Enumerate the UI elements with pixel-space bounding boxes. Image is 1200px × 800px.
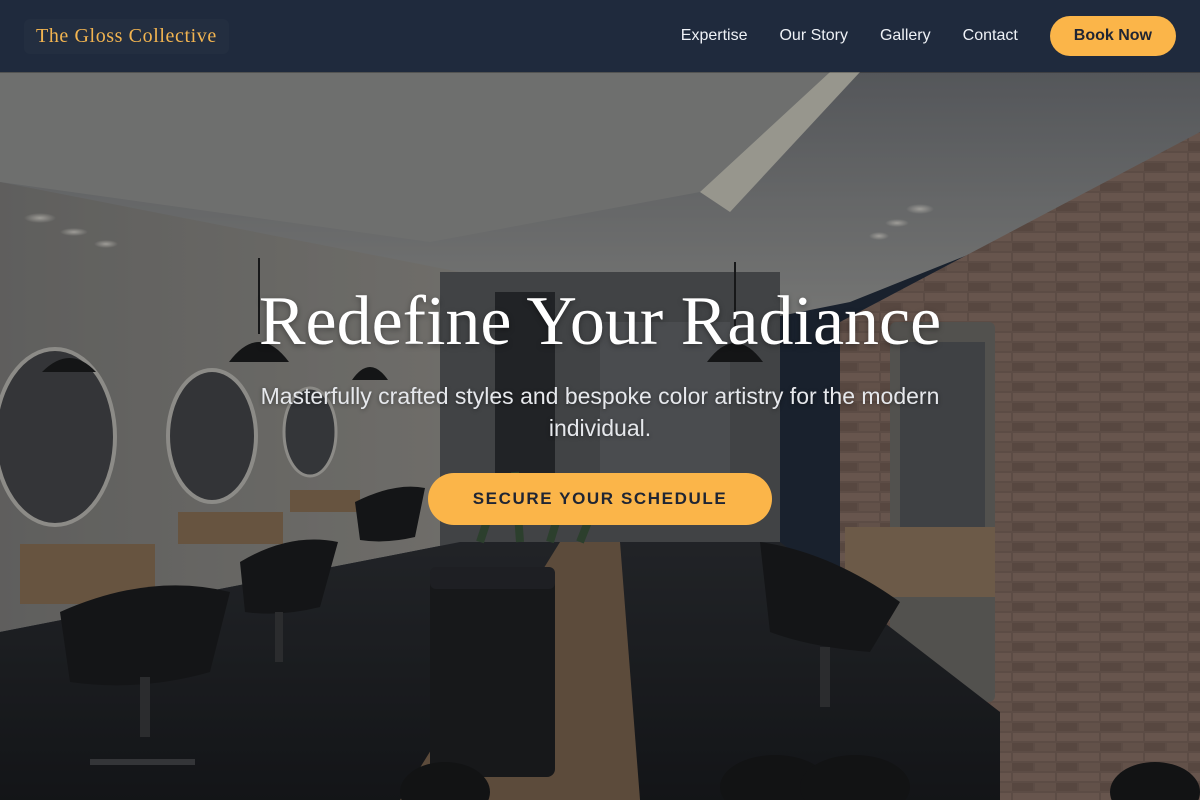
hero-subtitle: Masterfully crafted styles and bespoke c… <box>260 383 940 441</box>
brand-logo[interactable]: The Gloss Collective <box>24 19 229 54</box>
book-now-button[interactable]: Book Now <box>1049 16 1176 56</box>
nav-link-gallery[interactable]: Gallery <box>880 27 931 45</box>
nav-link-contact[interactable]: Contact <box>963 27 1018 45</box>
secure-schedule-button[interactable]: SECURE YOUR SCHEDULE <box>428 473 772 525</box>
hero-section: Redefine Your Radiance Masterfully craft… <box>0 72 1200 800</box>
main-nav: Expertise Our Story Gallery Contact Book… <box>681 16 1176 56</box>
hero-title: Redefine Your Radiance <box>258 283 942 360</box>
top-navbar: The Gloss Collective Expertise Our Story… <box>0 0 1200 72</box>
hero-content: Redefine Your Radiance Masterfully craft… <box>0 72 1200 800</box>
nav-link-expertise[interactable]: Expertise <box>681 27 748 45</box>
nav-link-our-story[interactable]: Our Story <box>779 27 847 45</box>
